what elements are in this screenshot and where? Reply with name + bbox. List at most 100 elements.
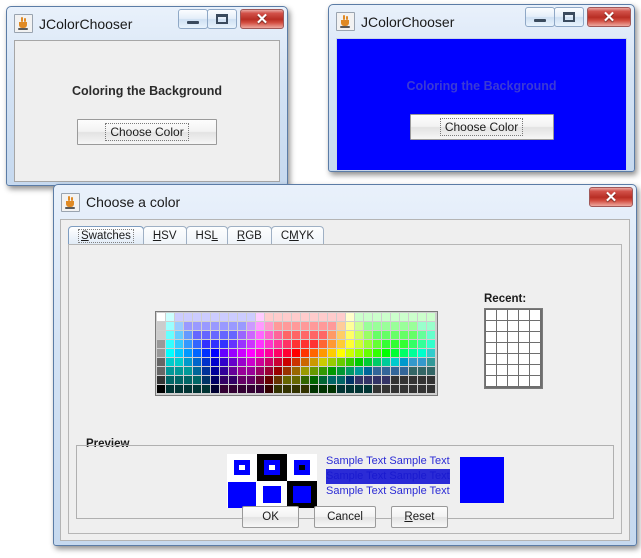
- swatch-cell[interactable]: [409, 376, 418, 385]
- swatch-cell[interactable]: [400, 349, 409, 358]
- swatch-cell[interactable]: [283, 340, 292, 349]
- swatch-cell[interactable]: [283, 385, 292, 394]
- swatch-cell[interactable]: [202, 358, 211, 367]
- swatch-cell[interactable]: [202, 385, 211, 394]
- swatch-cell[interactable]: [418, 349, 427, 358]
- swatch-cell[interactable]: [184, 331, 193, 340]
- swatch-cell[interactable]: [391, 322, 400, 331]
- swatch-cell[interactable]: [229, 322, 238, 331]
- swatch-cell[interactable]: [337, 367, 346, 376]
- swatch-cell[interactable]: [166, 331, 175, 340]
- swatch-cell[interactable]: [409, 313, 418, 322]
- recent-swatch-cell[interactable]: [508, 332, 519, 343]
- swatch-cell[interactable]: [382, 331, 391, 340]
- swatch-cell[interactable]: [175, 340, 184, 349]
- swatch-cell[interactable]: [184, 358, 193, 367]
- swatch-cell[interactable]: [166, 376, 175, 385]
- swatch-cell[interactable]: [346, 322, 355, 331]
- swatch-cell[interactable]: [256, 358, 265, 367]
- swatch-cell[interactable]: [328, 358, 337, 367]
- swatches-grid[interactable]: [155, 311, 438, 396]
- swatch-cell[interactable]: [418, 358, 427, 367]
- swatch-cell[interactable]: [220, 340, 229, 349]
- minimize-button[interactable]: [178, 9, 208, 29]
- swatch-cell[interactable]: [274, 340, 283, 349]
- swatch-cell[interactable]: [373, 385, 382, 394]
- recent-swatch-cell[interactable]: [530, 321, 541, 332]
- recent-swatch-cell[interactable]: [530, 376, 541, 387]
- swatch-cell[interactable]: [418, 376, 427, 385]
- swatch-cell[interactable]: [400, 313, 409, 322]
- recent-swatch-cell[interactable]: [497, 332, 508, 343]
- choose-color-button[interactable]: Choose Color: [77, 119, 217, 145]
- swatch-cell[interactable]: [220, 349, 229, 358]
- swatch-cell[interactable]: [346, 349, 355, 358]
- swatch-cell[interactable]: [391, 376, 400, 385]
- titlebar-win1[interactable]: JColorChooser ✕: [10, 9, 284, 37]
- swatch-cell[interactable]: [292, 340, 301, 349]
- swatch-cell[interactable]: [355, 313, 364, 322]
- recent-swatch-cell[interactable]: [508, 343, 519, 354]
- swatch-cell[interactable]: [256, 331, 265, 340]
- swatch-cell[interactable]: [364, 340, 373, 349]
- swatch-cell[interactable]: [175, 376, 184, 385]
- swatch-cell[interactable]: [355, 358, 364, 367]
- swatch-cell[interactable]: [283, 322, 292, 331]
- swatch-cell[interactable]: [256, 322, 265, 331]
- swatch-cell[interactable]: [400, 340, 409, 349]
- swatch-cell[interactable]: [175, 358, 184, 367]
- swatch-cell[interactable]: [220, 331, 229, 340]
- swatch-cell[interactable]: [202, 367, 211, 376]
- swatch-cell[interactable]: [157, 322, 166, 331]
- swatch-cell[interactable]: [202, 322, 211, 331]
- maximize-button[interactable]: [207, 9, 237, 29]
- swatch-cell[interactable]: [211, 349, 220, 358]
- swatch-cell[interactable]: [373, 367, 382, 376]
- swatch-cell[interactable]: [364, 376, 373, 385]
- swatch-cell[interactable]: [256, 340, 265, 349]
- swatch-cell[interactable]: [355, 340, 364, 349]
- swatch-cell[interactable]: [373, 331, 382, 340]
- swatch-cell[interactable]: [409, 349, 418, 358]
- swatch-cell[interactable]: [373, 313, 382, 322]
- swatch-cell[interactable]: [310, 340, 319, 349]
- swatch-cell[interactable]: [274, 376, 283, 385]
- recent-swatch-cell[interactable]: [519, 332, 530, 343]
- swatch-cell[interactable]: [337, 313, 346, 322]
- swatch-cell[interactable]: [193, 385, 202, 394]
- reset-button[interactable]: Reset: [390, 506, 448, 528]
- swatch-cell[interactable]: [337, 376, 346, 385]
- swatch-cell[interactable]: [247, 349, 256, 358]
- swatch-cell[interactable]: [265, 313, 274, 322]
- swatch-cell[interactable]: [409, 385, 418, 394]
- swatch-cell[interactable]: [184, 349, 193, 358]
- swatch-cell[interactable]: [319, 367, 328, 376]
- swatch-cell[interactable]: [229, 349, 238, 358]
- swatch-cell[interactable]: [283, 313, 292, 322]
- swatch-cell[interactable]: [310, 349, 319, 358]
- swatch-cell[interactable]: [220, 358, 229, 367]
- titlebar-win2[interactable]: JColorChooser ✕: [332, 7, 631, 35]
- swatch-cell[interactable]: [283, 331, 292, 340]
- swatch-cell[interactable]: [319, 358, 328, 367]
- swatch-cell[interactable]: [247, 367, 256, 376]
- recent-swatch-cell[interactable]: [508, 354, 519, 365]
- swatch-cell[interactable]: [274, 313, 283, 322]
- swatch-cell[interactable]: [157, 331, 166, 340]
- swatch-cell[interactable]: [418, 340, 427, 349]
- swatch-cell[interactable]: [274, 358, 283, 367]
- swatch-cell[interactable]: [193, 349, 202, 358]
- swatch-cell[interactable]: [337, 358, 346, 367]
- recent-swatch-cell[interactable]: [497, 310, 508, 321]
- swatch-cell[interactable]: [211, 367, 220, 376]
- swatch-cell[interactable]: [292, 376, 301, 385]
- swatch-cell[interactable]: [292, 367, 301, 376]
- swatch-cell[interactable]: [337, 322, 346, 331]
- swatch-cell[interactable]: [319, 322, 328, 331]
- recent-swatch-cell[interactable]: [497, 354, 508, 365]
- swatch-cell[interactable]: [301, 349, 310, 358]
- swatch-cell[interactable]: [256, 349, 265, 358]
- swatch-cell[interactable]: [382, 358, 391, 367]
- swatch-cell[interactable]: [292, 322, 301, 331]
- recent-swatch-cell[interactable]: [530, 365, 541, 376]
